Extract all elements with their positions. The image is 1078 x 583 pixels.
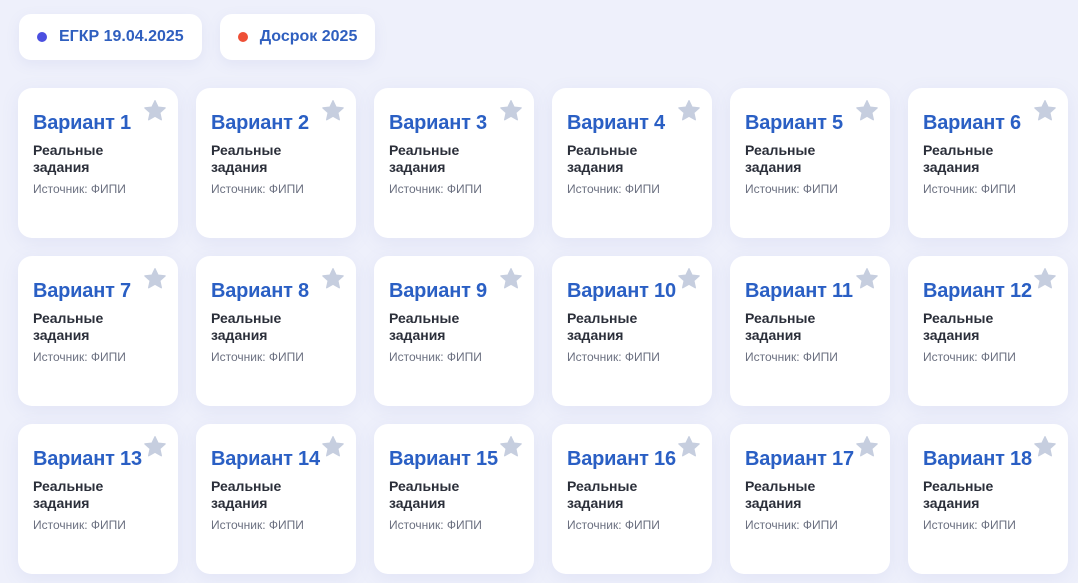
variant-card[interactable]: Вариант 5 Реальные задания Источник: ФИПИ — [730, 88, 890, 238]
variant-card[interactable]: Вариант 11 Реальные задания Источник: ФИПИ — [730, 256, 890, 406]
variant-source: Источник: ФИПИ — [389, 182, 482, 196]
star-icon[interactable] — [143, 99, 167, 123]
variant-source: Источник: ФИПИ — [567, 518, 660, 532]
filter-chip-dosrok[interactable]: Досрок 2025 — [219, 14, 376, 60]
dot-icon — [237, 32, 248, 42]
variant-source: Источник: ФИПИ — [389, 518, 482, 532]
star-icon[interactable] — [855, 267, 879, 291]
variant-card[interactable]: Вариант 3 Реальные задания Источник: ФИПИ — [374, 88, 534, 238]
variant-subtitle: Реальные задания — [211, 310, 282, 343]
variant-subtitle: Реальные задания — [211, 142, 282, 175]
variant-card[interactable]: Вариант 18 Реальные задания Источник: ФИПИ — [908, 424, 1068, 574]
filter-chip-egkr[interactable]: ЕГКР 19.04.2025 — [19, 14, 202, 60]
variant-source: Источник: ФИПИ — [567, 182, 660, 196]
variant-card[interactable]: Вариант 16 Реальные задания Источник: ФИПИ — [552, 424, 712, 574]
star-icon[interactable] — [677, 267, 701, 291]
variant-source: Источник: ФИПИ — [211, 518, 304, 532]
star-icon[interactable] — [1033, 267, 1057, 291]
variant-subtitle: Реальные задания — [211, 478, 282, 511]
variant-card[interactable]: Вариант 1 Реальные задания Источник: ФИПИ — [18, 88, 178, 238]
variant-card[interactable]: Вариант 7 Реальные задания Источник: ФИПИ — [18, 256, 178, 406]
variant-source: Источник: ФИПИ — [923, 518, 1016, 532]
variant-card[interactable]: Вариант 2 Реальные задания Источник: ФИПИ — [196, 88, 356, 238]
variant-card[interactable]: Вариант 14 Реальные задания Источник: ФИПИ — [196, 424, 356, 574]
variant-subtitle: Реальные задания — [923, 142, 994, 175]
variant-subtitle: Реальные задания — [923, 478, 994, 511]
star-icon[interactable] — [499, 99, 523, 123]
variant-subtitle: Реальные задания — [923, 310, 994, 343]
variant-source: Источник: ФИПИ — [33, 518, 126, 532]
star-icon[interactable] — [1033, 99, 1057, 123]
star-icon[interactable] — [677, 435, 701, 459]
variant-subtitle: Реальные задания — [389, 478, 460, 511]
filter-label: ЕГКР 19.04.2025 — [59, 28, 184, 45]
variant-card[interactable]: Вариант 9 Реальные задания Источник: ФИПИ — [374, 256, 534, 406]
variant-grid: Вариант 1 Реальные задания Источник: ФИПИ В… — [18, 88, 1068, 574]
variant-subtitle: Реальные задания — [745, 478, 816, 511]
variant-subtitle: Реальные задания — [389, 310, 460, 343]
variant-subtitle: Реальные задания — [567, 142, 638, 175]
variant-source: Источник: ФИПИ — [745, 350, 838, 364]
star-icon[interactable] — [499, 267, 523, 291]
variant-source: Источник: ФИПИ — [567, 350, 660, 364]
star-icon[interactable] — [321, 99, 345, 123]
variant-card[interactable]: Вариант 17 Реальные задания Источник: ФИПИ — [730, 424, 890, 574]
variant-subtitle: Реальные задания — [33, 478, 104, 511]
dot-icon — [37, 32, 47, 42]
variant-card[interactable]: Вариант 8 Реальные задания Источник: ФИПИ — [196, 256, 356, 406]
variant-card[interactable]: Вариант 12 Реальные задания Источник: ФИПИ — [908, 256, 1068, 406]
star-icon[interactable] — [321, 435, 345, 459]
variant-subtitle: Реальные задания — [567, 310, 638, 343]
variant-card[interactable]: Вариант 15 Реальные задания Источник: ФИПИ — [374, 424, 534, 574]
star-icon[interactable] — [1033, 435, 1057, 459]
variant-source: Источник: ФИПИ — [389, 350, 482, 364]
star-icon[interactable] — [499, 435, 523, 459]
variant-source: Источник: ФИПИ — [923, 350, 1016, 364]
star-icon[interactable] — [677, 99, 701, 123]
star-icon[interactable] — [143, 267, 167, 291]
variant-card[interactable]: Вариант 10 Реальные задания Источник: ФИПИ — [552, 256, 712, 406]
variant-source: Источник: ФИПИ — [211, 350, 304, 364]
variant-source: Источник: ФИПИ — [745, 182, 838, 196]
variant-subtitle: Реальные задания — [389, 142, 460, 175]
star-icon[interactable] — [143, 435, 167, 459]
filter-bar: ЕГКР 19.04.2025 Досрок 2025 — [19, 14, 376, 60]
variant-source: Источник: ФИПИ — [211, 182, 304, 196]
variant-source: Источник: ФИПИ — [923, 182, 1016, 196]
variant-subtitle: Реальные задания — [33, 310, 104, 343]
star-icon[interactable] — [855, 435, 879, 459]
variant-subtitle: Реальные задания — [745, 310, 816, 343]
filter-label: Досрок 2025 — [259, 28, 358, 45]
variant-source: Источник: ФИПИ — [33, 182, 126, 196]
variant-subtitle: Реальные задания — [745, 142, 816, 175]
star-icon[interactable] — [321, 267, 345, 291]
star-icon[interactable] — [855, 99, 879, 123]
variant-source: Источник: ФИПИ — [33, 350, 126, 364]
variant-source: Источник: ФИПИ — [745, 518, 838, 532]
variant-card[interactable]: Вариант 13 Реальные задания Источник: ФИПИ — [18, 424, 178, 574]
variant-card[interactable]: Вариант 6 Реальные задания Источник: ФИПИ — [908, 88, 1068, 238]
variant-subtitle: Реальные задания — [33, 142, 104, 175]
variant-card[interactable]: Вариант 4 Реальные задания Источник: ФИПИ — [552, 88, 712, 238]
variant-subtitle: Реальные задания — [567, 478, 638, 511]
